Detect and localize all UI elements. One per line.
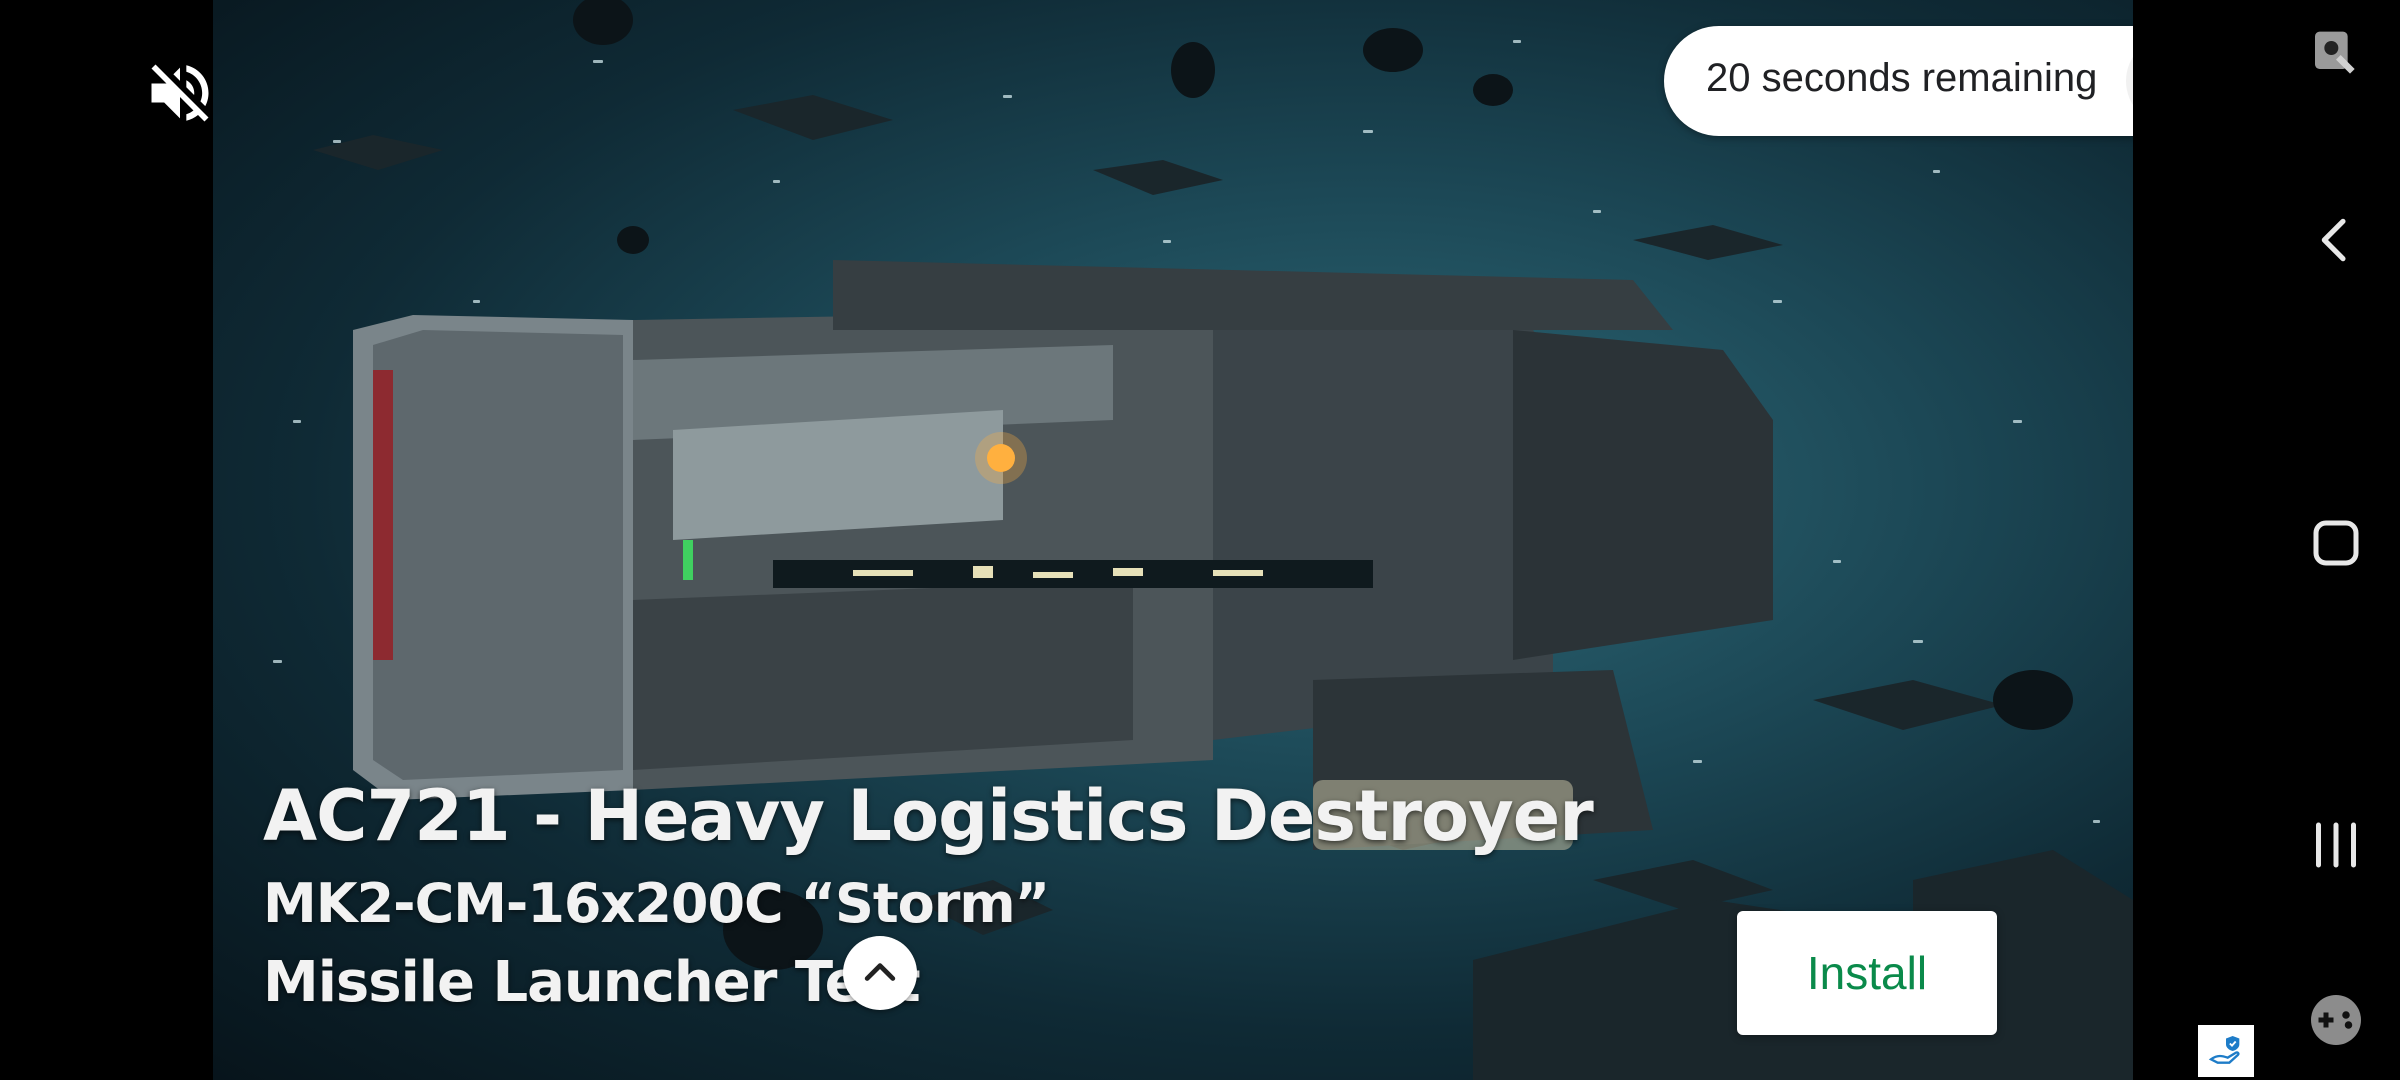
ad-choices-badge[interactable]: [2198, 1025, 2254, 1077]
collapse-button[interactable]: [843, 936, 917, 1010]
left-letterbox: [0, 0, 213, 1080]
ad-caption-detail: Missile Launcher Test: [263, 950, 921, 1015]
ad-timer-text: 20 seconds remaining: [1706, 56, 2098, 100]
touch-lock-button[interactable]: [2291, 10, 2381, 100]
touch-lock-icon: [2315, 31, 2355, 74]
home-icon: [2313, 520, 2359, 566]
game-launcher-button[interactable]: [2291, 975, 2381, 1065]
screen: AC721 - Heavy Logistics Destroyer MK2-CM…: [0, 0, 2400, 1080]
game-controller-icon: [2311, 995, 2361, 1045]
ad-video[interactable]: AC721 - Heavy Logistics Destroyer MK2-CM…: [213, 0, 2133, 1080]
back-icon: [2321, 218, 2346, 262]
system-nav-bar: [2133, 0, 2400, 1080]
mute-button[interactable]: [142, 55, 218, 131]
install-button[interactable]: Install: [1737, 911, 1997, 1035]
recents-icon: [2316, 822, 2356, 868]
ad-choices-icon: [2208, 1036, 2240, 1064]
chevron-up-icon: [864, 963, 896, 981]
home-button[interactable]: [2291, 498, 2381, 588]
ad-caption-subtitle: MK2-CM-16x200C “Storm”: [263, 872, 1050, 935]
ad-caption-title: AC721 - Heavy Logistics Destroyer: [263, 775, 1594, 857]
volume-mute-icon: [151, 64, 209, 122]
back-button[interactable]: [2291, 195, 2381, 285]
recents-button[interactable]: [2291, 800, 2381, 890]
